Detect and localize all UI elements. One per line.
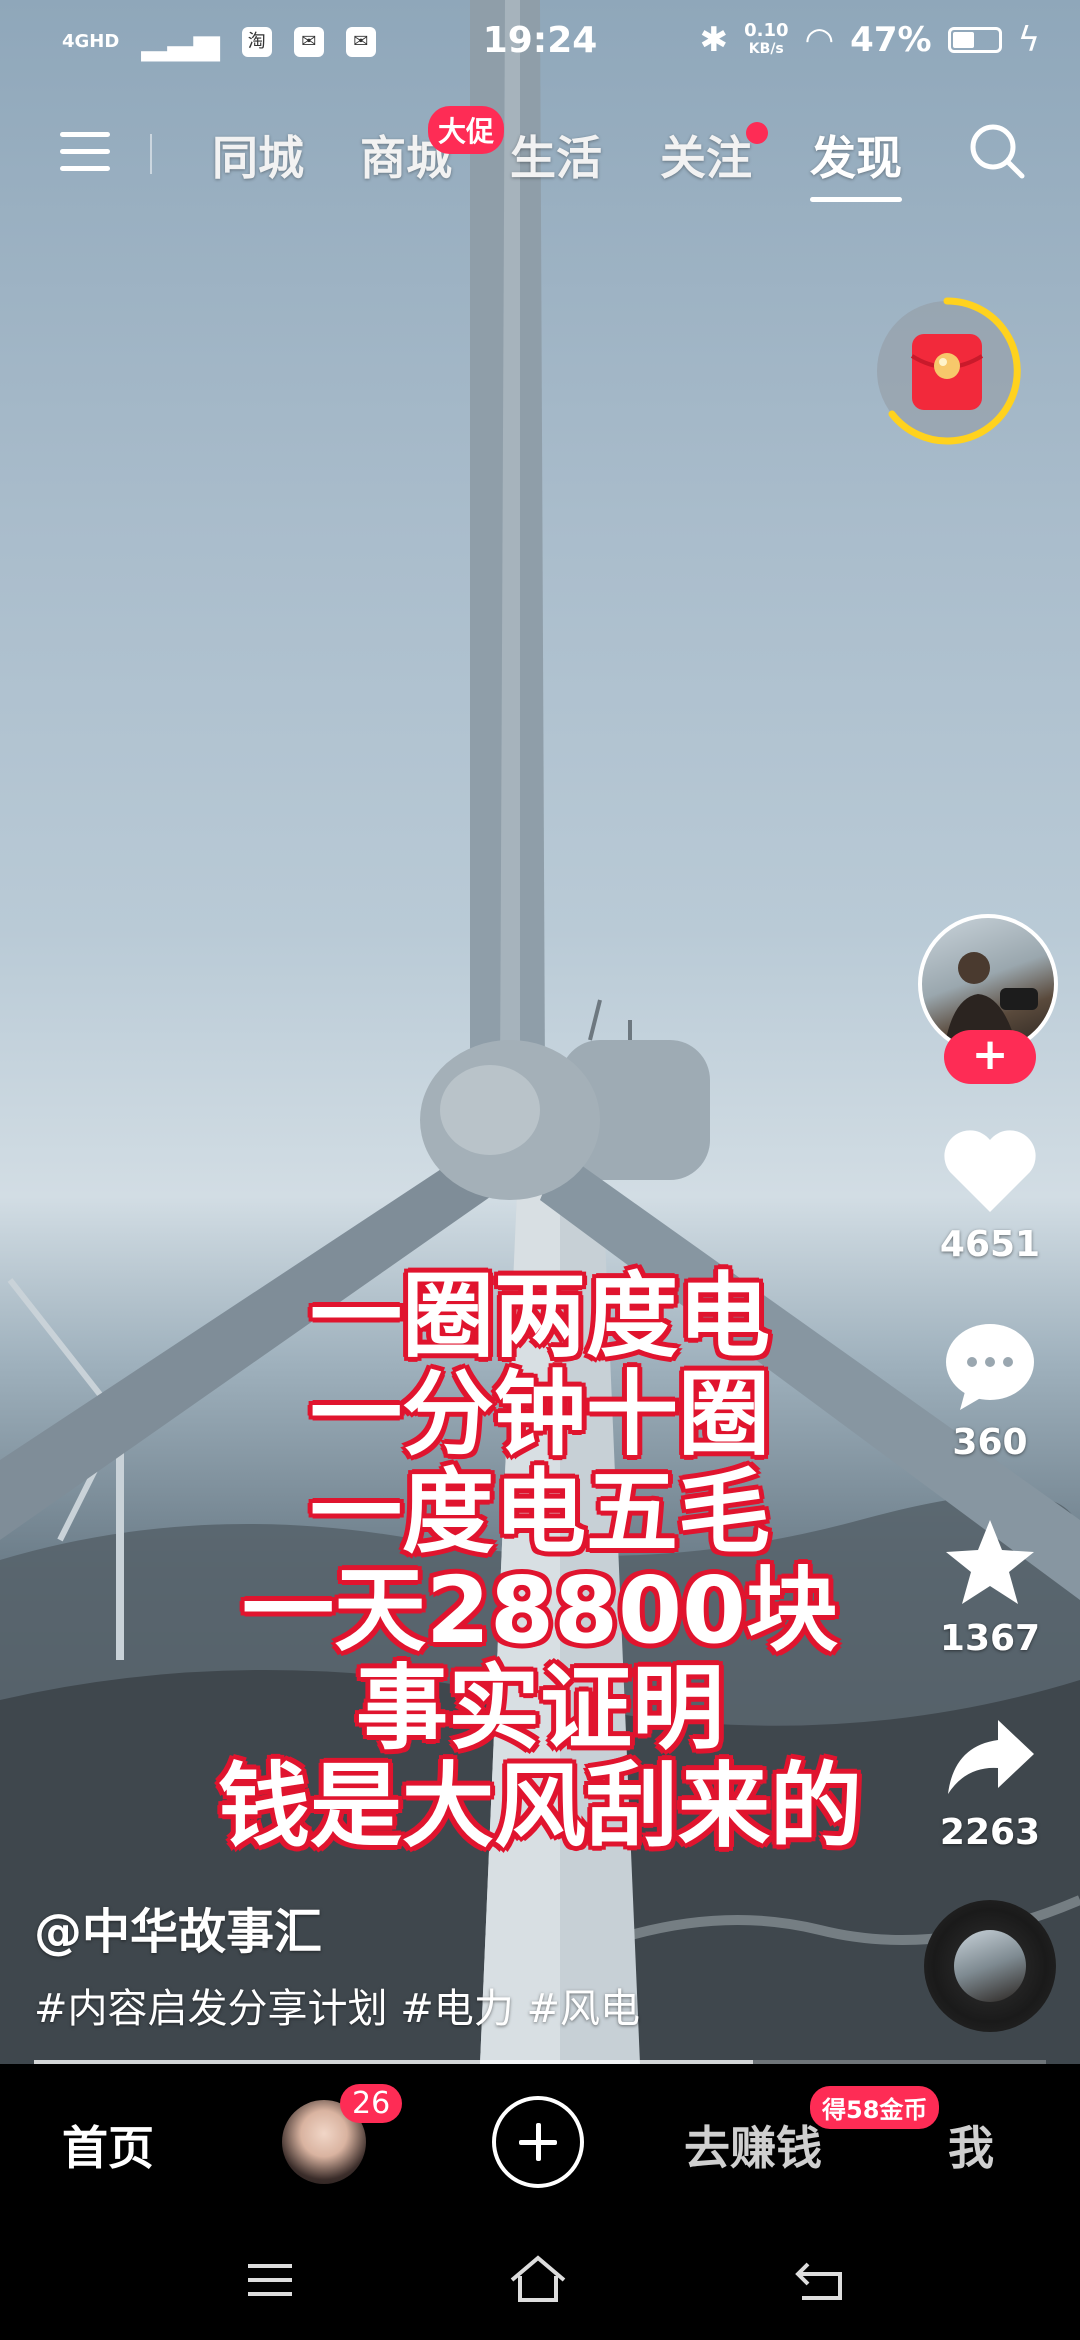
charging-icon: ϟ	[1017, 20, 1040, 60]
net-speed-unit: KB/s	[748, 41, 784, 57]
following-red-dot	[746, 122, 768, 144]
share-icon[interactable]	[942, 1712, 1038, 1802]
battery-fill	[952, 32, 974, 48]
video-caption: 一圈两度电 一分钟十圈 一度电五毛 一天28800块 事实证明 钱是大风刮来的	[0, 1268, 1080, 1856]
status-bar: 4GHD ▂▃▅ 淘 ✉ ✉ 19:24 ✱ 0.10 KB/s ◠ 47% ϟ	[0, 0, 1080, 82]
bottom-tab-bar: 首页 26 去赚钱 得58金币 我	[0, 2064, 1080, 2220]
music-disc[interactable]	[924, 1900, 1056, 2032]
system-nav-bar	[0, 2220, 1080, 2340]
favorite-count: 1367	[939, 1618, 1041, 1659]
wifi-icon: ◠	[804, 20, 835, 60]
tab-discover[interactable]: 发现	[810, 122, 902, 202]
tab-me[interactable]: 我	[948, 2112, 994, 2178]
home-icon[interactable]	[508, 2250, 568, 2310]
tab-home[interactable]: 首页	[62, 2112, 154, 2178]
battery-percent: 47%	[850, 20, 932, 60]
battery-icon	[947, 27, 1002, 53]
promo-badge: 大促	[428, 106, 505, 154]
red-packet-icon[interactable]	[872, 296, 1022, 446]
caption-line: 一圈两度电	[309, 1263, 770, 1370]
caption-line: 一度电五毛	[309, 1459, 770, 1566]
comment-action[interactable]: 360	[920, 1322, 1060, 1463]
like-count: 4651	[939, 1224, 1041, 1265]
heart-icon[interactable]	[942, 1128, 1038, 1214]
friends-badge: 26	[340, 2084, 403, 2123]
caption-line: 钱是大风刮来的	[217, 1753, 862, 1860]
bluetooth-icon: ✱	[699, 20, 729, 60]
tab-discover-label: 发现	[810, 131, 902, 185]
tab-life[interactable]: 生活	[510, 122, 602, 188]
nav-divider	[150, 134, 152, 174]
music-disc-cover	[954, 1930, 1026, 2002]
favorite-action[interactable]: 1367	[920, 1516, 1060, 1659]
earn-badge: 得58金币	[810, 2086, 940, 2129]
share-count: 2263	[939, 1812, 1041, 1853]
comment-icon[interactable]	[942, 1322, 1038, 1412]
active-tab-indicator	[810, 197, 902, 202]
back-icon[interactable]	[790, 2250, 850, 2310]
net-speed-value: 0.10	[744, 20, 789, 41]
tab-earn[interactable]: 去赚钱	[684, 2112, 822, 2178]
tab-following[interactable]: 关注	[660, 122, 752, 188]
like-action[interactable]: 4651	[920, 1128, 1060, 1265]
status-right: ✱ 0.10 KB/s ◠ 47% ϟ	[700, 20, 1040, 60]
caption-line: 一分钟十圈	[309, 1361, 770, 1468]
tab-nearby[interactable]: 同城	[212, 122, 304, 188]
author-name[interactable]: @中华故事汇	[34, 1892, 322, 1962]
net-speed: 0.10 KB/s	[744, 22, 788, 58]
caption-line: 事实证明	[355, 1655, 724, 1762]
menu-icon[interactable]	[60, 132, 110, 176]
share-action[interactable]: 2263	[920, 1712, 1060, 1853]
follow-button[interactable]: +	[944, 1030, 1036, 1084]
search-icon[interactable]	[966, 120, 1028, 182]
star-icon[interactable]	[942, 1516, 1038, 1608]
top-nav: 同城 商城 大促 生活 关注 发现	[0, 106, 1080, 202]
recents-icon[interactable]	[240, 2250, 300, 2310]
video-hashtags[interactable]: #内容启发分享计划 #电力 #风电	[34, 1976, 640, 2034]
caption-line: 一天28800块	[241, 1557, 839, 1664]
comment-count: 360	[952, 1422, 1028, 1463]
app-root: 4GHD ▂▃▅ 淘 ✉ ✉ 19:24 ✱ 0.10 KB/s ◠ 47% ϟ…	[0, 0, 1080, 2340]
create-post-button[interactable]	[492, 2096, 584, 2188]
